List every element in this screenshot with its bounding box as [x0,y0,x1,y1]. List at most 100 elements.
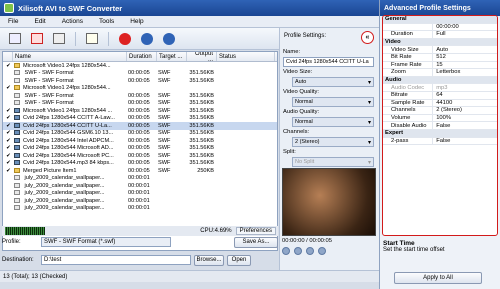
property-value[interactable]: 64 [432,91,497,99]
property-value[interactable]: False [432,122,497,129]
property-category[interactable]: Video [383,38,497,47]
property-value[interactable]: mp3 [432,84,497,91]
table-row[interactable]: SWF - SWF Format 00:00:05 SWF 351.56KB [3,77,277,85]
table-row[interactable]: ✔ Microsoft Video1 24fps 1280x544... [3,85,277,93]
table-row[interactable]: july_2009_calendar_wallpaper... 00:00:01 [3,190,277,198]
name-input[interactable]: Cvid 24fps 1280x544 CCITT U-La [283,57,374,67]
row-checkbox[interactable]: ✔ [3,108,13,114]
property-value[interactable]: False [432,137,497,145]
profile-select[interactable]: SWF - SWF Format (*.swf) [41,237,171,247]
property-row[interactable]: Frame Rate 15 [383,61,497,70]
property-category[interactable]: General [383,16,497,24]
col-target[interactable]: Target ... [157,52,187,61]
table-row[interactable]: july_2009_calendar_wallpaper... 00:00:01 [3,175,277,183]
row-checkbox[interactable]: ✔ [3,153,13,159]
menu-help[interactable]: Help [122,18,151,25]
property-value[interactable]: 15 [432,61,497,69]
clear-button[interactable] [50,31,68,47]
table-row[interactable]: ✔ Cvid 24fps 1280x544 Intel ADPCM... 00:00… [3,137,277,145]
table-row[interactable]: ✔ Cvid 24fps 1280x544 CCITT U-La... 00:00:… [3,122,277,130]
snapshot-icon[interactable] [306,247,314,255]
table-row[interactable]: ✔ Microsoft Video1 24fps 1280x544 ... 00:0… [3,107,277,115]
table-row[interactable]: SWF - SWF Format 00:00:05 SWF 351.56KB [3,100,277,108]
row-checkbox[interactable]: ✔ [3,115,13,121]
col-name[interactable]: Name [13,52,127,61]
property-row[interactable]: 00:00:00 [383,23,497,32]
table-row[interactable]: ✔ Microsoft Video1 24fps 1280x544... [3,62,277,70]
add-profile-button[interactable] [83,31,101,47]
table-row[interactable]: ✔ Cvid 24fps 1280x544 GSM6.10 13... 00:00:… [3,130,277,138]
property-row[interactable]: Audio Codec mp3 [383,84,497,92]
property-row[interactable]: Zoom Letterbox [383,69,497,77]
col-output[interactable]: Output ... [187,52,217,63]
play-icon[interactable] [282,247,290,255]
col-status[interactable]: Status [217,52,275,61]
table-row[interactable]: july_2009_calendar_wallpaper... 00:00:01 [3,197,277,205]
property-row[interactable]: Sample Rate 44100 [383,99,497,108]
row-checkbox[interactable]: ✔ [3,85,13,91]
preferences-button[interactable]: Preferences [235,227,276,235]
audio-quality-select[interactable]: Normal [292,117,374,127]
property-value[interactable]: 44100 [432,99,497,107]
row-checkbox[interactable]: ✔ [3,168,13,174]
row-checkbox[interactable]: ✔ [3,63,13,69]
row-duration: 00:00:05 [128,160,150,167]
video-icon [14,137,20,143]
check-column-header[interactable] [3,52,13,61]
collapse-panel-button[interactable]: « [361,31,374,44]
property-row[interactable]: Duration Full [383,31,497,39]
property-row[interactable]: Volume 100% [383,114,497,123]
property-value[interactable]: 512 [432,53,497,61]
property-value[interactable]: 100% [432,114,497,122]
property-value[interactable]: Auto [432,46,497,53]
property-row[interactable]: 2-pass False [383,137,497,146]
property-category[interactable]: Expert [383,129,497,138]
table-row[interactable]: july_2009_calendar_wallpaper... 00:00:01 [3,205,277,213]
stop-icon[interactable] [294,247,302,255]
table-row[interactable]: SWF - SWF Format 00:00:05 SWF 351.56KB [3,70,277,78]
add-file-button[interactable] [6,31,24,47]
property-row[interactable]: Disable Audio False [383,122,497,130]
channels-select[interactable]: 2 (Stereo) [292,137,374,147]
property-row[interactable]: Bit Rate 512 [383,53,497,62]
menu-file[interactable]: File [0,18,26,25]
property-row[interactable]: Bitrate 64 [383,91,497,100]
open-button[interactable]: Open [227,254,251,266]
video-size-select[interactable]: Auto [292,77,374,87]
property-value[interactable]: Letterbox [432,69,497,76]
pause-button[interactable] [138,31,156,47]
table-row[interactable]: ✔ Cvid 24fps 1280x544 Microsoft PC... 00:0… [3,152,277,160]
save-as-button[interactable]: Save As... [234,236,278,248]
row-checkbox[interactable]: ✔ [3,160,13,166]
row-checkbox[interactable]: ✔ [3,123,13,129]
property-value[interactable]: 2 (Stereo) [432,107,497,114]
menu-tools[interactable]: Tools [91,18,122,25]
property-row[interactable]: Video Size Auto [383,46,497,54]
property-key: Duration [391,31,413,38]
stop-button[interactable] [160,31,178,47]
browse-button[interactable]: Browse... [194,254,224,266]
table-row[interactable]: ✔ Cvid 24fps 1280x544 CCITT A-Law... 00:00… [3,115,277,123]
volume-icon[interactable] [318,247,326,255]
table-row[interactable]: ✔ Merged Picture Item1 00:00:05 SWF 250KB [3,167,277,175]
apply-to-all-button[interactable]: Apply to All [394,272,482,284]
convert-button[interactable] [116,31,134,47]
menu-actions[interactable]: Actions [54,18,91,25]
destination-input[interactable]: D:\test [41,255,191,265]
table-row[interactable]: SWF - SWF Format 00:00:05 SWF 351.56KB [3,92,277,100]
video-quality-select[interactable]: Normal [292,97,374,107]
table-row[interactable]: ✔ Cvid 24fps 1280x544.mp3 84 kbps... 00:00… [3,160,277,168]
property-value[interactable]: 00:00:00 [432,23,497,31]
row-checkbox[interactable]: ✔ [3,138,13,144]
table-row[interactable]: ✔ Cvid 24fps 1280x544 Microsoft AD... 00:0… [3,145,277,153]
menu-edit[interactable]: Edit [26,18,53,25]
row-checkbox[interactable]: ✔ [3,130,13,136]
property-value[interactable]: Full [432,31,497,38]
col-duration[interactable]: Duration [127,52,157,61]
property-row[interactable]: Channels 2 (Stereo) [383,107,497,115]
row-checkbox[interactable]: ✔ [3,145,13,151]
table-row[interactable]: july_2009_calendar_wallpaper... 00:00:01 [3,182,277,190]
property-category[interactable]: Audio [383,76,497,85]
row-duration: 00:00:01 [128,197,150,204]
remove-button[interactable] [28,31,46,47]
